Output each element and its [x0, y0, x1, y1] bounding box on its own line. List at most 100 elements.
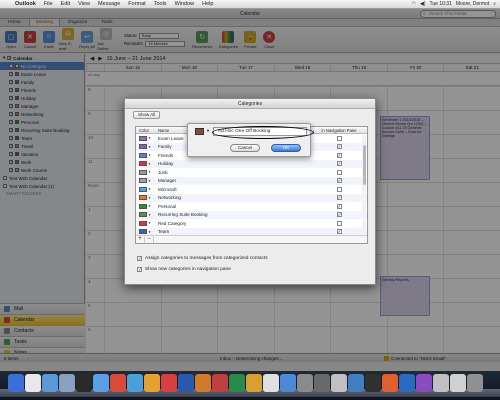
show-in-nav-checkbox[interactable]: ✓ — [336, 212, 342, 218]
show-in-nav-checkbox[interactable] — [336, 135, 342, 141]
dock-app-icon[interactable] — [195, 374, 211, 392]
color-dropdown-icon[interactable]: ▼ — [148, 187, 151, 191]
row-color-cell[interactable]: ▼ — [136, 144, 156, 150]
color-dropdown-icon[interactable]: ▼ — [148, 179, 151, 183]
dock-app-icon[interactable] — [212, 374, 228, 392]
row-color-cell[interactable]: ▼ — [136, 135, 156, 141]
cancel-button[interactable]: Cancel — [230, 144, 260, 152]
dock-app-icon[interactable] — [450, 374, 466, 392]
row-color-cell[interactable]: ▼ — [136, 203, 156, 209]
color-dropdown-icon[interactable]: ▼ — [148, 162, 151, 166]
dock-app-icon[interactable] — [263, 374, 279, 392]
category-color-swatch[interactable] — [195, 128, 204, 135]
table-row[interactable]: ▼ Red Category — [136, 219, 367, 228]
color-dropdown-icon[interactable]: ▼ — [148, 153, 151, 157]
dock-app-icon[interactable] — [382, 374, 398, 392]
dock-app-icon[interactable] — [178, 374, 194, 392]
ok-button[interactable]: OK — [271, 144, 301, 152]
clock-text[interactable]: Tue 10:31 — [430, 1, 452, 7]
volume-icon[interactable]: ◀) — [420, 1, 426, 7]
dock-app-icon[interactable] — [467, 374, 483, 392]
show-in-nav-checkbox[interactable] — [336, 186, 342, 192]
row-name[interactable]: Red Category — [156, 221, 311, 226]
row-color-cell[interactable]: ▼ — [136, 212, 156, 218]
show-in-nav-checkbox[interactable] — [336, 220, 342, 226]
table-row[interactable]: ▼ Manager ✓ — [136, 176, 367, 185]
dock-app-icon[interactable] — [348, 374, 364, 392]
menu-window[interactable]: Window — [171, 1, 199, 7]
show-new-categories-option[interactable]: ✓ Show new categories in navigation pane — [137, 267, 231, 272]
color-dropdown-icon[interactable]: ▼ — [148, 213, 151, 217]
row-color-cell[interactable]: ▼ — [136, 169, 156, 175]
row-name[interactable]: Manager — [156, 178, 311, 183]
show-in-nav-checkbox[interactable]: ✓ — [336, 178, 342, 184]
dock-app-icon[interactable] — [399, 374, 415, 392]
table-row[interactable]: ▼ Microsoft — [136, 185, 367, 194]
menu-file[interactable]: File — [40, 1, 57, 7]
table-scrollbar[interactable] — [362, 135, 366, 235]
dock-app-icon[interactable] — [365, 374, 381, 392]
dock-app-icon[interactable] — [314, 374, 330, 392]
row-color-cell[interactable]: ▼ — [136, 229, 156, 235]
show-in-nav-checkbox[interactable]: ✓ — [336, 195, 342, 201]
table-row[interactable]: ▼ Personal ✓ — [136, 202, 367, 211]
table-row[interactable]: ▼ Recurring Suite Booking ✓ — [136, 210, 367, 219]
color-dropdown-icon[interactable]: ▼ — [148, 196, 151, 200]
category-name-input[interactable]: Ad Hoc One Off Booking — [212, 126, 314, 139]
color-dropdown-icon[interactable]: ▼ — [148, 221, 151, 225]
row-color-cell[interactable]: ▼ — [136, 220, 156, 226]
row-color-cell[interactable]: ▼ — [136, 178, 156, 184]
show-in-nav-checkbox[interactable]: ✓ — [336, 229, 342, 235]
color-dropdown-icon[interactable]: ▼ — [148, 230, 151, 234]
assign-categories-checkbox[interactable]: ✓ — [137, 256, 142, 261]
dock-app-icon[interactable] — [59, 374, 75, 392]
spotlight-icon[interactable]: ⌕ — [493, 1, 496, 7]
dock-app-icon[interactable] — [297, 374, 313, 392]
row-name[interactable]: Junk — [156, 170, 311, 175]
color-dropdown-icon[interactable]: ▼ — [148, 145, 151, 149]
menu-format[interactable]: Format — [124, 1, 149, 7]
table-row[interactable]: ▼ Networking ✓ — [136, 193, 367, 202]
dock-app-icon[interactable] — [416, 374, 432, 392]
dock-app-icon[interactable] — [93, 374, 109, 392]
dock-app-icon[interactable] — [161, 374, 177, 392]
col-nav-header[interactable]: in Navigation Pane — [311, 128, 367, 133]
dock-app-icon[interactable] — [25, 374, 41, 392]
dock-app-icon[interactable] — [42, 374, 58, 392]
row-name[interactable]: Microsoft — [156, 187, 311, 192]
show-in-nav-checkbox[interactable]: ✓ — [336, 161, 342, 167]
row-name[interactable]: Networking — [156, 195, 311, 200]
assign-categories-option[interactable]: ✓ Assign categories to messages from cat… — [137, 256, 268, 261]
menu-tools[interactable]: Tools — [150, 1, 171, 7]
dock-app-icon[interactable] — [144, 374, 160, 392]
dock-app-icon[interactable] — [76, 374, 92, 392]
remove-category-button[interactable]: − — [145, 236, 154, 243]
show-in-nav-checkbox[interactable]: ✓ — [336, 144, 342, 150]
menu-message[interactable]: Message — [94, 1, 124, 7]
show-in-nav-checkbox[interactable] — [336, 169, 342, 175]
dock-app-icon[interactable] — [331, 374, 347, 392]
color-dropdown-icon[interactable]: ▼ — [148, 136, 151, 140]
dock-app-icon[interactable] — [246, 374, 262, 392]
scroll-thumb[interactable] — [362, 145, 366, 185]
add-category-button[interactable]: + — [136, 236, 145, 243]
dock-app-icon[interactable] — [127, 374, 143, 392]
menu-outlook[interactable]: Outlook — [11, 1, 40, 7]
row-color-cell[interactable]: ▼ — [136, 161, 156, 167]
table-row[interactable]: ▼ Junk — [136, 168, 367, 177]
row-name[interactable]: Recurring Suite Booking — [156, 212, 311, 217]
menu-help[interactable]: Help — [198, 1, 217, 7]
row-color-cell[interactable]: ▼ — [136, 152, 156, 158]
user-name[interactable]: Moore, Dermot — [456, 1, 489, 7]
row-color-cell[interactable]: ▼ — [136, 186, 156, 192]
row-name[interactable]: Holiday — [156, 161, 311, 166]
color-dropdown-icon[interactable]: ▼ — [148, 204, 151, 208]
dock-app-icon[interactable] — [229, 374, 245, 392]
dock-app-icon[interactable] — [280, 374, 296, 392]
color-dropdown-icon[interactable]: ▼ — [148, 170, 151, 174]
show-all-button[interactable]: Show All — [133, 111, 161, 119]
row-color-cell[interactable]: ▼ — [136, 195, 156, 201]
menu-edit[interactable]: Edit — [57, 1, 74, 7]
show-in-nav-checkbox[interactable]: ✓ — [336, 203, 342, 209]
row-name[interactable]: Personal — [156, 204, 311, 209]
